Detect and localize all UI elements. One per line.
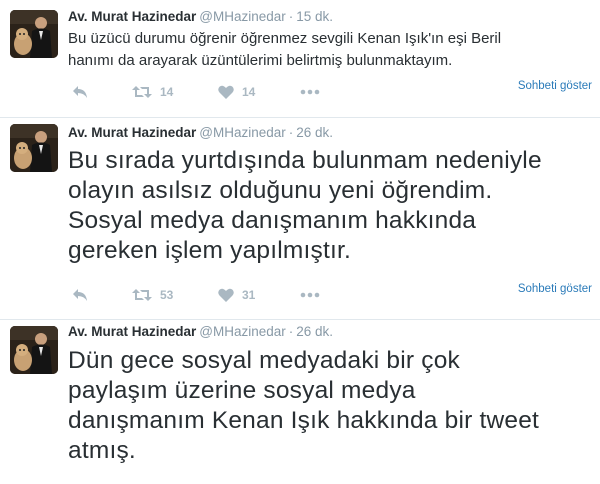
heart-icon	[218, 85, 234, 99]
more-button[interactable]	[300, 89, 322, 95]
tweet-timestamp[interactable]: 15 dk.	[296, 9, 333, 24]
tweet-text-line: olayın asılsız olduğunu yeni öğrendim.	[68, 177, 493, 204]
author-username[interactable]: @MHazinedar	[199, 125, 285, 140]
reply-button[interactable]	[72, 85, 132, 99]
heart-icon	[218, 288, 234, 302]
tweet-text: Bu üzücü durumu öğrenir öğrenmez sevgili…	[68, 28, 582, 72]
tweet-text-line: hanımı da arayarak üzüntülerimi belirtmi…	[68, 52, 453, 69]
tweet-header: Av. Murat Hazinedar @MHazinedar · 15 dk.	[68, 8, 333, 26]
avatar[interactable]	[10, 10, 58, 58]
tweet-timestamp[interactable]: 26 dk.	[296, 324, 333, 339]
tweet-actions: 53 31	[68, 285, 322, 305]
avatar-photo	[10, 124, 58, 172]
tweet-text: Dün gece sosyal medyadaki bir çok paylaş…	[68, 346, 582, 466]
show-conversation-link[interactable]: Sohbeti göster	[518, 80, 592, 92]
avatar[interactable]	[10, 124, 58, 172]
more-icon	[300, 89, 320, 95]
more-icon	[300, 292, 320, 298]
author-name[interactable]: Av. Murat Hazinedar	[68, 125, 196, 140]
tweet-timeline: Av. Murat Hazinedar @MHazinedar · 15 dk. Bu…	[0, 0, 600, 484]
author-username[interactable]: @MHazinedar	[199, 9, 285, 24]
tweet-actions: 14 14	[68, 82, 322, 102]
retweet-button[interactable]: 53	[132, 288, 218, 302]
tweet-header: Av. Murat Hazinedar @MHazinedar · 26 dk.	[68, 323, 333, 341]
tweet-timestamp[interactable]: 26 dk.	[296, 125, 333, 140]
avatar-photo	[10, 10, 58, 58]
tweet-text-line: Bu sırada yurtdışında bulunmam nedeniyle	[68, 147, 542, 174]
like-button[interactable]: 14	[218, 85, 300, 99]
tweet[interactable]: Av. Murat Hazinedar @MHazinedar · 15 dk. Bu…	[0, 0, 600, 118]
tweet-text-line: danışmanım Kenan Işık hakkında bir tweet	[68, 407, 540, 434]
author-name[interactable]: Av. Murat Hazinedar	[68, 324, 196, 339]
reply-button[interactable]	[72, 288, 132, 302]
tweet-text-line: Bu üzücü durumu öğrenir öğrenmez sevgili…	[68, 30, 502, 47]
tweet-text-line: Sosyal medya danışmanım hakkında	[68, 207, 477, 234]
author-name[interactable]: Av. Murat Hazinedar	[68, 9, 196, 24]
tweet[interactable]: Av. Murat Hazinedar @MHazinedar · 26 dk. Dü…	[0, 320, 600, 484]
more-button[interactable]	[300, 292, 322, 298]
avatar[interactable]	[10, 326, 58, 374]
separator-dot: ·	[288, 9, 294, 24]
tweet-text-line: gereken işlem yapılmıştır.	[68, 237, 351, 264]
separator-dot: ·	[288, 125, 294, 140]
like-count: 31	[242, 288, 256, 302]
tweet-text-line: Dün gece sosyal medyadaki bir çok	[68, 347, 460, 374]
show-conversation-link[interactable]: Sohbeti göster	[518, 283, 592, 295]
like-count: 14	[242, 85, 256, 99]
reply-icon	[73, 86, 87, 98]
reply-icon	[73, 289, 87, 301]
tweet-text-line: paylaşım üzerine sosyal medya	[68, 377, 416, 404]
retweet-count: 53	[160, 288, 174, 302]
retweet-icon	[132, 86, 152, 98]
tweet-header: Av. Murat Hazinedar @MHazinedar · 26 dk.	[68, 124, 333, 142]
retweet-count: 14	[160, 85, 174, 99]
tweet[interactable]: Av. Murat Hazinedar @MHazinedar · 26 dk. Bu…	[0, 118, 600, 320]
tweet-text-line: atmış.	[68, 437, 136, 464]
author-username[interactable]: @MHazinedar	[199, 324, 285, 339]
retweet-icon	[132, 289, 152, 301]
retweet-button[interactable]: 14	[132, 85, 218, 99]
separator-dot: ·	[288, 324, 294, 339]
tweet-text: Bu sırada yurtdışında bulunmam nedeniyle…	[68, 146, 582, 266]
avatar-photo	[10, 326, 58, 374]
like-button[interactable]: 31	[218, 288, 300, 302]
